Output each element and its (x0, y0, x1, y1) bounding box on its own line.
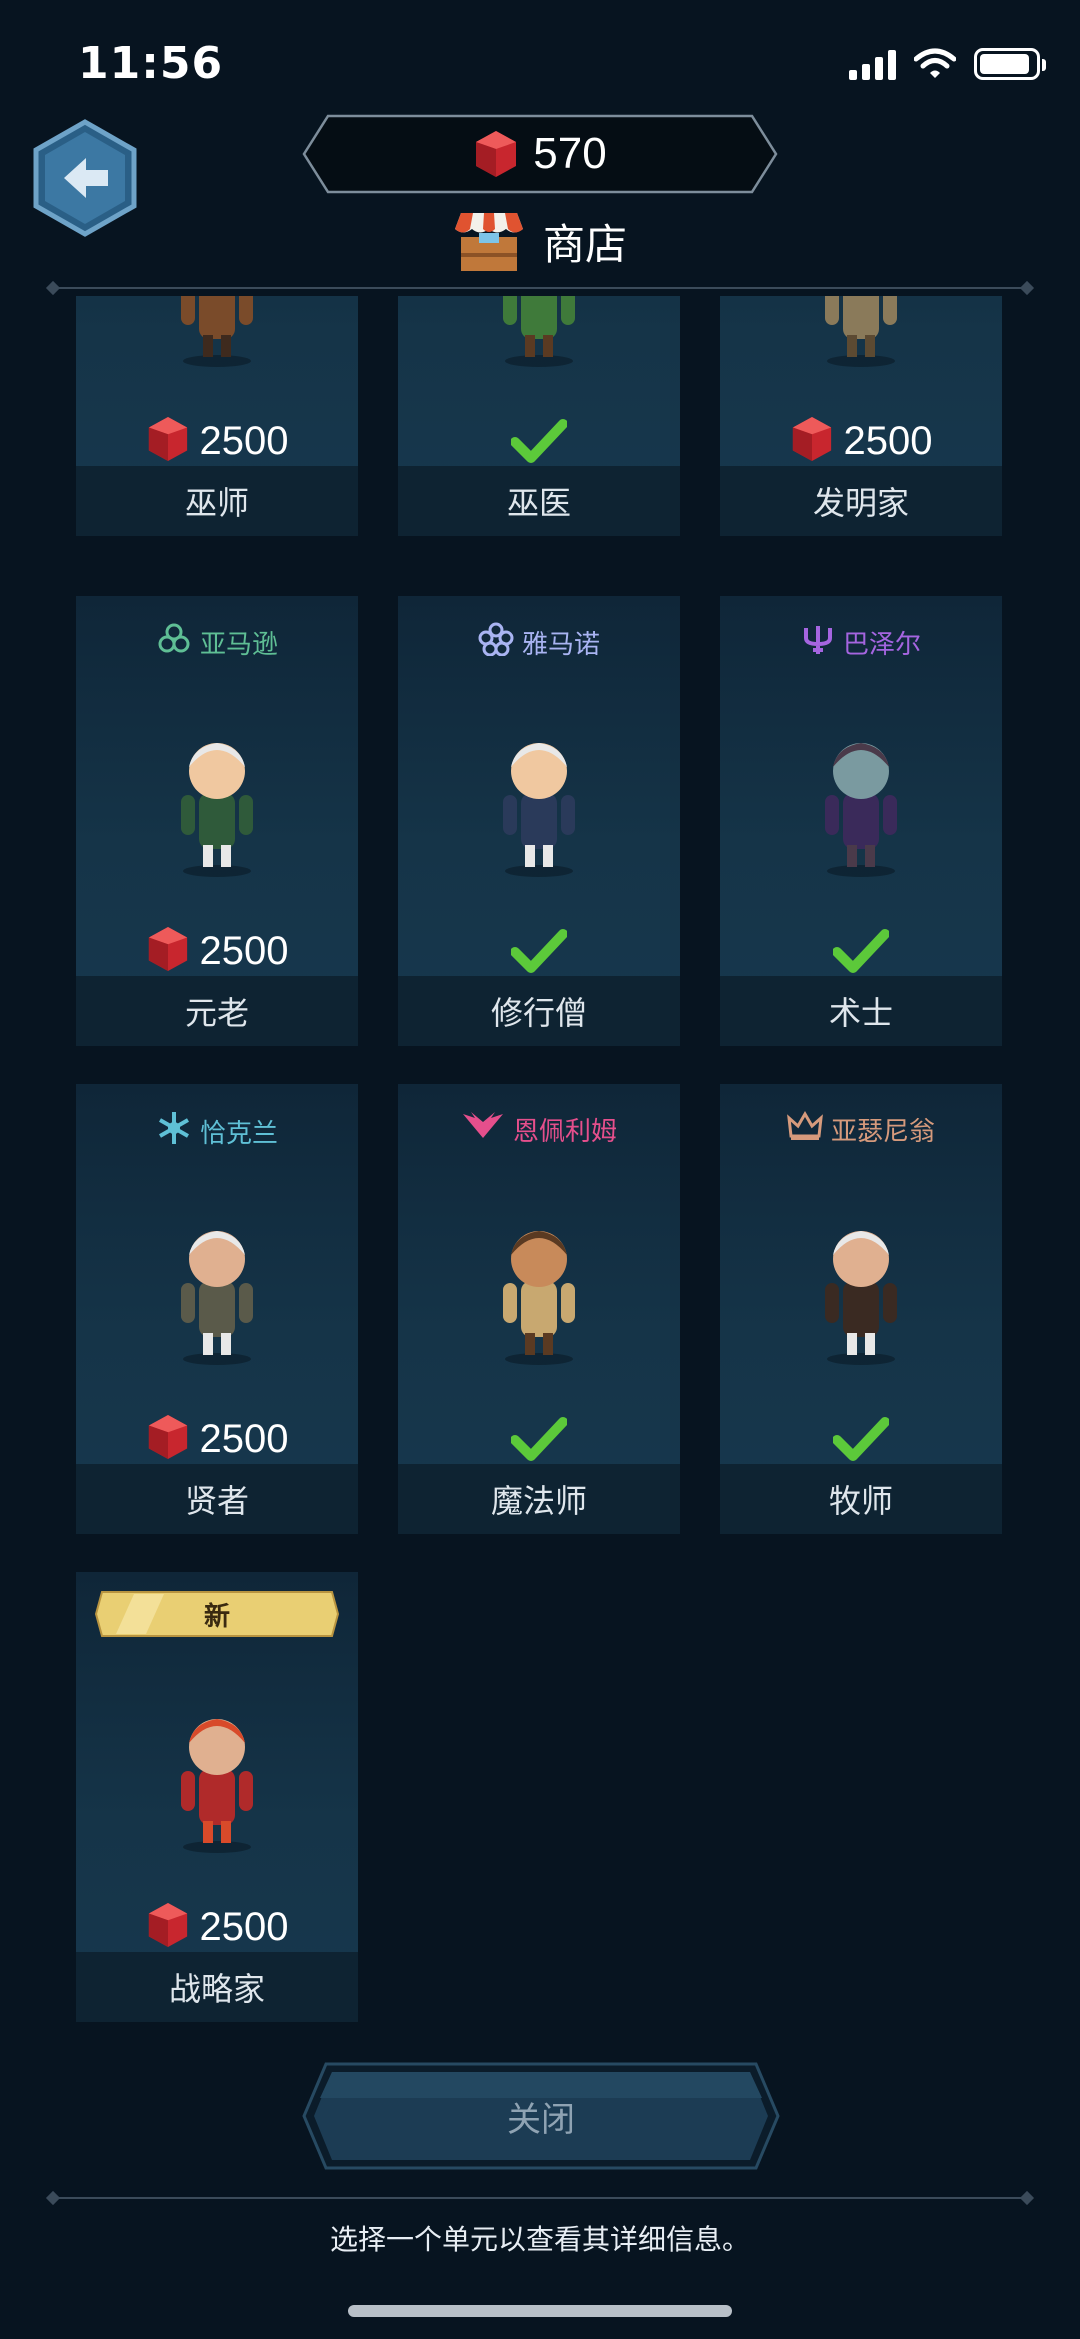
unit-card[interactable]: 新 2500 战略家 (76, 1572, 358, 2022)
battery-level (980, 54, 1029, 74)
status-icons (849, 44, 1046, 84)
hint-text: 选择一个单元以查看其详细信息。 (329, 2223, 750, 2256)
shop-stall-icon (454, 213, 523, 271)
wifi-icon (914, 48, 956, 78)
wings-icon (461, 1110, 505, 1149)
status-time: 11:56 (78, 38, 224, 89)
unit-card[interactable]: 2500 巫师 (76, 296, 358, 536)
gem-count: 570 (533, 129, 607, 178)
gem-icon (146, 1413, 190, 1465)
unit-figure (398, 1174, 680, 1394)
owned-check-icon (398, 1414, 680, 1464)
new-badge: 新 (94, 1590, 340, 1638)
home-indicator (348, 2305, 732, 2317)
faction-name: 亚瑟尼翁 (830, 1117, 935, 1147)
unit-name: 修行僧 (398, 976, 680, 1046)
unit-card[interactable]: 雅马诺修行僧 (398, 596, 680, 1046)
price-value: 2500 (199, 1416, 289, 1461)
unit-figure (720, 686, 1002, 906)
owned-check-icon (398, 926, 680, 976)
unit-name: 发明家 (720, 466, 1002, 536)
unit-figure (76, 296, 358, 396)
faction-name: 恩佩利姆 (512, 1117, 617, 1147)
unit-name: 巫医 (398, 466, 680, 536)
faction-label: 雅马诺 (398, 622, 680, 663)
unit-grid: 2500 巫师 巫医 2500 发明家 亚马逊 2500 元老 雅马诺 修行僧 巴泽尔 术士 恰克兰 25… (0, 296, 1080, 2046)
unit-name: 战略家 (76, 1952, 358, 2022)
flower-icon (478, 622, 514, 663)
unit-figure (76, 1174, 358, 1394)
bottom-divider (45, 2190, 1035, 2206)
unit-card[interactable]: 恰克兰 2500 贤者 (76, 1084, 358, 1534)
gem-counter: 570 (302, 114, 778, 194)
unit-card[interactable]: 巴泽尔术士 (720, 596, 1002, 1046)
unit-figure (398, 686, 680, 906)
unit-card[interactable]: 亚马逊 2500 元老 (76, 596, 358, 1046)
owned-check-icon (398, 416, 680, 466)
unit-card[interactable]: 亚瑟尼翁牧师 (720, 1084, 1002, 1534)
price-value: 2500 (843, 418, 933, 463)
unit-price: 2500 (76, 1412, 358, 1466)
unit-card[interactable]: 2500 发明家 (720, 296, 1002, 536)
faction-label: 巴泽尔 (720, 622, 1002, 663)
unit-name: 巫师 (76, 466, 358, 536)
gem-icon (790, 415, 834, 467)
price-value: 2500 (199, 418, 289, 463)
gem-icon (146, 415, 190, 467)
faction-name: 雅马诺 (521, 630, 600, 660)
battery-icon (974, 48, 1046, 80)
trident-icon (801, 622, 835, 663)
new-badge-label: 新 (203, 1601, 230, 1632)
faction-label: 亚马逊 (76, 622, 358, 663)
faction-label: 亚瑟尼翁 (720, 1110, 1002, 1149)
unit-name: 牧师 (720, 1464, 1002, 1534)
unit-figure (76, 1662, 358, 1882)
unit-name: 术士 (720, 976, 1002, 1046)
triskelion-icon (156, 622, 192, 663)
shop-header: 商店 (0, 206, 1080, 276)
unit-figure (76, 686, 358, 906)
unit-card[interactable]: 恩佩利姆魔法师 (398, 1084, 680, 1534)
page-title: 商店 (542, 219, 627, 269)
top-divider (45, 280, 1035, 296)
faction-label: 恩佩利姆 (398, 1110, 680, 1149)
faction-name: 巴泽尔 (842, 630, 921, 660)
price-value: 2500 (199, 928, 289, 973)
gem-icon (146, 925, 190, 977)
unit-price: 2500 (76, 1900, 358, 1954)
unit-figure (720, 1174, 1002, 1394)
unit-price: 2500 (76, 414, 358, 468)
unit-figure (398, 296, 680, 396)
unit-card[interactable]: 巫医 (398, 296, 680, 536)
unit-name: 贤者 (76, 1464, 358, 1534)
owned-check-icon (720, 926, 1002, 976)
faction-label: 恰克兰 (76, 1110, 358, 1153)
snowflake-icon (156, 1110, 192, 1153)
unit-name: 魔法师 (398, 1464, 680, 1534)
close-button[interactable]: 关闭 (302, 2058, 780, 2174)
unit-price: 2500 (720, 414, 1002, 468)
status-bar: 11:56 (0, 0, 1080, 120)
owned-check-icon (720, 1414, 1002, 1464)
unit-name: 元老 (76, 976, 358, 1046)
gem-icon (476, 131, 517, 177)
unit-figure (720, 296, 1002, 396)
gem-icon (146, 1901, 190, 1953)
crown-icon (787, 1110, 823, 1149)
unit-price: 2500 (76, 924, 358, 978)
faction-name: 恰克兰 (199, 1119, 278, 1149)
cellular-signal-icon (849, 48, 896, 80)
close-label: 关闭 (507, 2099, 575, 2140)
faction-name: 亚马逊 (199, 630, 278, 660)
price-value: 2500 (199, 1904, 289, 1949)
